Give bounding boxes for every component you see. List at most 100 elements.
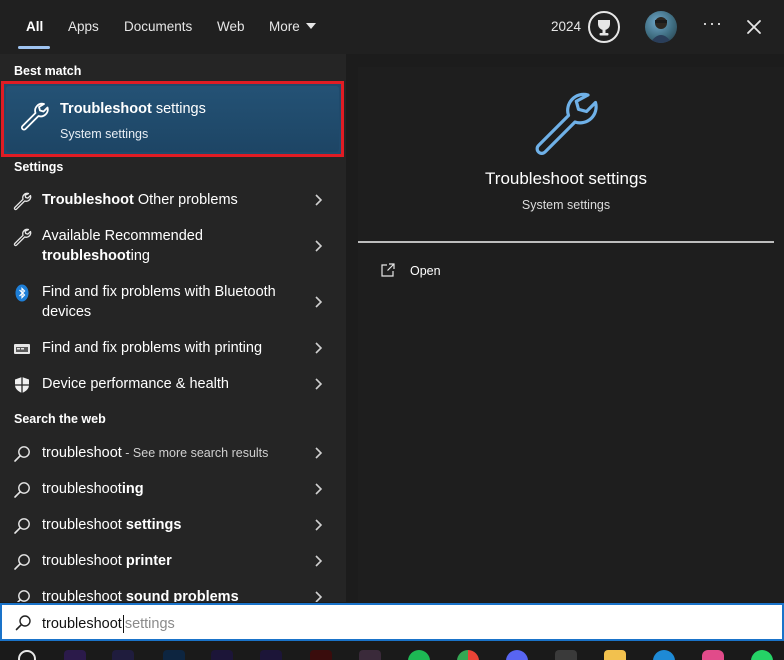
spotify-icon[interactable] (408, 650, 430, 660)
label-extra: - See more search results (121, 446, 269, 460)
text-caret (122, 615, 124, 633)
taskbar-app-icon[interactable] (555, 650, 577, 660)
web-result-label: troubleshooting (42, 479, 302, 499)
tab-documents[interactable]: Documents (124, 19, 192, 34)
search-tabs-bar: All Apps Documents Web More 2024 ··· (0, 0, 784, 54)
settings-item-label: Find and fix problems with printing (42, 340, 263, 356)
chevron-down-icon (305, 23, 316, 30)
settings-item-label: Troubleshoot Other problems (42, 190, 302, 210)
search-box[interactable]: troubleshoot settings (0, 603, 784, 641)
taskbar-app-icon[interactable] (64, 650, 86, 660)
taskbar-app-icon[interactable] (112, 650, 134, 660)
label-bold: ing (121, 481, 144, 497)
search-icon (12, 552, 32, 572)
label-bold: Troubleshoot (42, 192, 134, 208)
tab-apps[interactable]: Apps (68, 19, 99, 34)
web-result-label: troubleshoot - See more search results (42, 443, 302, 463)
best-match-background: Troubleshoot settings System settings (6, 86, 339, 152)
label-rest: Other problems (133, 192, 238, 208)
settings-item-label: Available Recommended troubleshooting (42, 226, 302, 266)
section-search-web: Search the web (14, 412, 106, 426)
taskbar-app-icon[interactable] (359, 650, 381, 660)
section-best-match: Best match (14, 64, 82, 78)
trophy-icon[interactable] (588, 11, 620, 43)
web-result-label: troubleshoot sound problems (42, 587, 302, 602)
best-match-result[interactable]: Troubleshoot settings System settings (1, 81, 344, 157)
instagram-icon[interactable] (702, 650, 724, 660)
chevron-right-icon (313, 193, 325, 207)
whatsapp-icon[interactable] (751, 650, 773, 660)
tab-all[interactable]: All (26, 19, 43, 34)
web-result-troubleshooting[interactable]: troubleshooting (0, 475, 346, 503)
chevron-right-icon (313, 554, 325, 568)
taskbar-app-icon[interactable] (310, 650, 332, 660)
discord-icon[interactable] (506, 650, 528, 660)
bluetooth-icon (12, 283, 32, 303)
search-icon (14, 614, 32, 632)
search-suggestion: settings (124, 615, 175, 632)
search-input[interactable]: troubleshoot settings (42, 615, 175, 633)
chevron-right-icon (313, 239, 325, 253)
section-settings: Settings (14, 160, 64, 174)
label-bold: sound problems (125, 589, 239, 602)
label-plain: troubleshoot (42, 481, 122, 497)
best-match-subtitle: System settings (60, 127, 149, 141)
settings-item-device-health[interactable]: Device performance & health (0, 370, 346, 398)
results-pane: Best match Troubleshoot settings System … (0, 54, 346, 602)
web-result-troubleshoot-settings[interactable]: troubleshoot settings (0, 511, 346, 539)
edge-icon[interactable] (653, 650, 675, 660)
best-match-title: Troubleshoot settings (60, 101, 206, 117)
taskbar-app-icon[interactable] (211, 650, 233, 660)
printer-icon (12, 339, 32, 359)
open-action[interactable]: Open (380, 260, 580, 284)
settings-item-troubleshoot-other[interactable]: Troubleshoot Other problems (0, 186, 346, 214)
web-result-label: troubleshoot settings (42, 515, 302, 535)
label-plain: troubleshoot (42, 553, 126, 569)
taskbar (0, 641, 784, 660)
label-plain: troubleshoot (42, 517, 126, 533)
wrench-icon (12, 227, 32, 247)
label-bold: settings (125, 517, 182, 533)
taskbar-search-icon[interactable] (18, 650, 36, 660)
close-icon[interactable] (743, 16, 765, 38)
tab-more[interactable]: More (269, 19, 316, 34)
label-line2: devices (42, 304, 92, 320)
preview-divider (358, 241, 774, 243)
rewards-points[interactable]: 2024 (551, 19, 581, 34)
label-line1: Find and fix problems with Bluetooth (42, 284, 276, 300)
folder-icon[interactable] (604, 650, 626, 660)
wrench-icon (530, 87, 602, 159)
settings-item-label: Device performance & health (42, 376, 229, 392)
preview-subtitle: System settings (521, 198, 611, 212)
tab-web[interactable]: Web (217, 19, 245, 34)
label-line1: Available Recommended (42, 228, 203, 244)
taskbar-app-icon[interactable] (260, 650, 282, 660)
chevron-right-icon (313, 377, 325, 391)
wrench-icon (18, 100, 50, 132)
active-tab-indicator (18, 46, 50, 49)
best-match-title-bold: Troubleshoot (60, 101, 152, 117)
search-icon (12, 516, 32, 536)
tab-more-label: More (269, 19, 300, 34)
chevron-right-icon (313, 590, 325, 602)
web-result-troubleshoot-sound[interactable]: troubleshoot sound problems (0, 583, 346, 602)
search-query: troubleshoot (42, 615, 122, 632)
search-icon (12, 588, 32, 602)
settings-item-bluetooth[interactable]: Find and fix problems with Bluetooth devi… (0, 278, 346, 322)
chevron-right-icon (313, 446, 325, 460)
user-avatar[interactable] (645, 11, 677, 43)
settings-item-printing[interactable]: Find and fix problems with printing (0, 334, 346, 362)
label-rest: ing (130, 248, 150, 264)
web-result-troubleshoot[interactable]: troubleshoot - See more search results (0, 439, 346, 467)
label-bold: troubleshoot (42, 248, 131, 264)
chrome-icon[interactable] (457, 650, 479, 660)
search-icon (12, 480, 32, 500)
web-result-label: troubleshoot printer (42, 551, 302, 571)
chevron-right-icon (313, 341, 325, 355)
chevron-right-icon (313, 518, 325, 532)
web-result-troubleshoot-printer[interactable]: troubleshoot printer (0, 547, 346, 575)
more-options-icon[interactable]: ··· (702, 13, 723, 34)
taskbar-app-icon[interactable] (163, 650, 185, 660)
open-label: Open (410, 264, 441, 278)
settings-item-available-recommended[interactable]: Available Recommended troubleshooting (0, 222, 346, 266)
